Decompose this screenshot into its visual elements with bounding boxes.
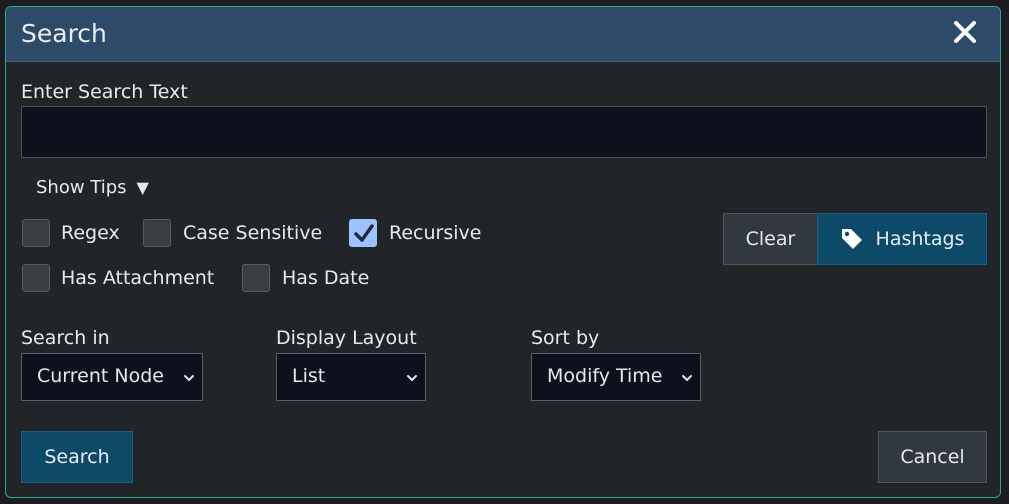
hashtags-button-label: Hashtags: [875, 228, 965, 250]
cancel-button-label: Cancel: [900, 446, 965, 468]
regex-label: Regex: [61, 222, 120, 244]
cancel-button[interactable]: Cancel: [878, 431, 987, 483]
search-button-label: Search: [44, 446, 110, 468]
sort-by-label: Sort by: [531, 327, 600, 349]
has-attachment-checkbox[interactable]: [22, 264, 50, 292]
has-attachment-label: Has Attachment: [61, 267, 215, 289]
chevron-down-icon: [682, 375, 692, 382]
display-layout-select[interactable]: List: [276, 353, 426, 401]
chevron-down-icon: [184, 375, 194, 382]
search-text-input[interactable]: [21, 106, 987, 158]
recursive-checkbox[interactable]: [349, 219, 377, 247]
has-date-label: Has Date: [282, 267, 370, 289]
case-sensitive-checkbox[interactable]: [143, 219, 171, 247]
recursive-label: Recursive: [389, 222, 482, 244]
clear-button-label: Clear: [745, 228, 796, 250]
case-sensitive-label: Case Sensitive: [183, 222, 323, 244]
dialog-titlebar: Search: [6, 7, 1000, 62]
display-layout-label: Display Layout: [276, 327, 417, 349]
tag-icon: [841, 229, 862, 249]
chevron-down-icon: [407, 375, 417, 382]
checkmark-icon: [354, 224, 374, 242]
search-in-label: Search in: [21, 327, 110, 349]
sort-by-value: Modify Time: [547, 365, 663, 387]
search-dialog: Search Enter Search Text Show Tips ▼ Rege…: [5, 6, 1001, 498]
triangle-down-icon: ▼: [136, 178, 149, 197]
search-in-value: Current Node: [37, 365, 164, 387]
hashtags-button[interactable]: Hashtags: [817, 213, 987, 265]
has-date-checkbox[interactable]: [242, 264, 270, 292]
dialog-title: Search: [21, 19, 107, 48]
search-button[interactable]: Search: [21, 431, 133, 483]
clear-button[interactable]: Clear: [723, 213, 818, 265]
search-in-select[interactable]: Current Node: [21, 353, 203, 401]
sort-by-select[interactable]: Modify Time: [531, 353, 701, 401]
display-layout-value: List: [292, 365, 326, 387]
close-icon[interactable]: [952, 19, 978, 45]
search-text-label: Enter Search Text: [21, 81, 188, 103]
show-tips-toggle[interactable]: Show Tips ▼: [36, 177, 149, 198]
show-tips-label: Show Tips: [36, 177, 127, 198]
regex-checkbox[interactable]: [22, 219, 50, 247]
